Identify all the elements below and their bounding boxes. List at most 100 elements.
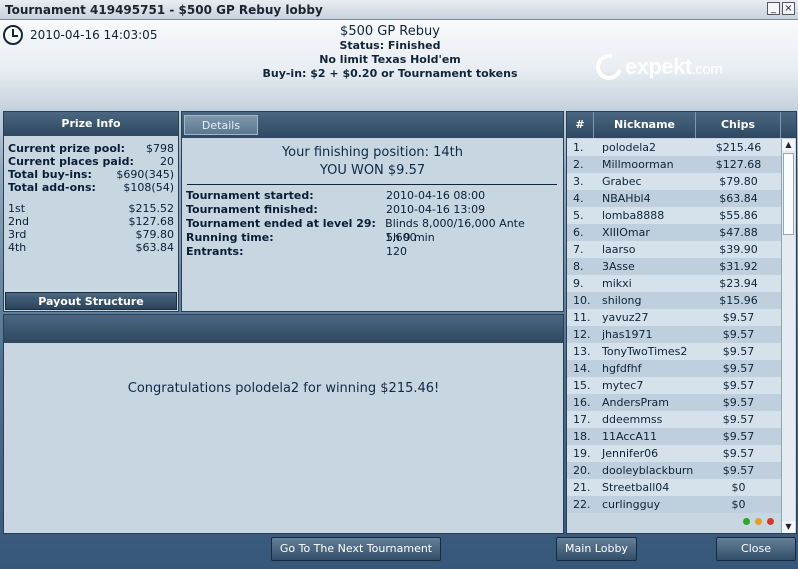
player-rank: 5. [573,209,584,222]
player-rank: 1. [573,141,584,154]
current-datetime: 2010-04-16 14:03:05 [30,28,158,42]
player-nickname: laarso [602,243,636,256]
stat-row: Current prize pool: $798 [8,142,174,155]
prize-info-panel: Prize Info Current prize pool: $798 Curre… [3,111,179,312]
logo-text: expekt [625,54,692,79]
player-chips: $9.57 [722,362,755,375]
player-rank: 9. [573,277,584,290]
player-rank: 22. [573,498,591,511]
tournament-buyin: Buy-in: $2 + $0.20 or Tournament tokens [262,67,518,80]
player-row[interactable]: 15. mytec7 $9.57 [567,377,781,394]
player-rank: 3. [573,175,584,188]
finishing-position: Your finishing position: 14th [281,145,464,160]
player-chips: $9.57 [722,413,755,426]
next-tournament-button[interactable]: Go To The Next Tournament [271,537,441,561]
status-dot-icon [767,518,774,525]
window-title: Tournament 419495751 - $500 GP Rebuy lob… [5,3,323,17]
player-row[interactable]: 5. lomba8888 $55.86 [567,207,781,224]
player-rank: 17. [573,413,591,426]
player-row[interactable]: 8. 3Asse $31.92 [567,258,781,275]
player-row[interactable]: 22. curlingguy $0 [567,496,781,513]
player-rank: 11. [573,311,591,324]
player-nickname: Millmoorman [602,158,674,171]
player-row[interactable]: 21. Streetball04 $0 [567,479,781,496]
player-row[interactable]: 16. AndersPram $9.57 [567,394,781,411]
player-nickname: NBAHbl4 [602,192,651,205]
player-chips: $63.84 [719,192,758,205]
player-rank: 20. [573,464,591,477]
column-header-chips[interactable]: Chips [696,112,781,138]
payout-structure-button[interactable]: Payout Structure [5,292,177,310]
player-row[interactable]: 11. yavuz27 $9.57 [567,309,781,326]
player-nickname: Jennifer06 [602,447,659,460]
player-row[interactable]: 2. Millmoorman $127.68 [567,156,781,173]
player-chips: $0 [731,481,746,494]
player-chips: $9.57 [722,430,755,443]
minimize-window-button[interactable]: _ [767,2,780,15]
close-button[interactable]: Close [716,537,796,561]
player-nickname: XIIIOmar [602,226,650,239]
player-rank: 14. [573,362,591,375]
column-header-nickname[interactable]: Nickname [594,112,696,138]
tournament-header: $500 GP Rebuy Status: Finished No limit … [200,25,580,81]
player-rank: 7. [573,243,584,256]
player-nickname: Streetball04 [602,481,670,494]
close-window-button[interactable]: × [782,2,795,15]
player-nickname: ddeemmss [602,413,663,426]
main-lobby-button[interactable]: Main Lobby [556,537,637,561]
player-nickname: shilong [602,294,642,307]
player-row[interactable]: 1. polodela2 $215.46 [567,139,781,156]
player-row[interactable]: 4. NBAHbl4 $63.84 [567,190,781,207]
player-nickname: TonyTwoTimes2 [602,345,688,358]
stat-row: Total buy-ins: $690(345) [8,168,174,181]
player-row[interactable]: 19. Jennifer06 $9.57 [567,445,781,462]
scroll-down-arrow-icon[interactable]: ▼ [782,521,795,533]
player-row[interactable]: 14. hgfdfhf $9.57 [567,360,781,377]
column-header-rank[interactable]: # [567,112,594,138]
players-scrollbar[interactable]: ▲ ▼ [781,139,795,533]
player-chips: $9.57 [722,328,755,341]
player-nickname: 3Asse [602,260,635,273]
player-row[interactable]: 10. shilong $15.96 [567,292,781,309]
info-row: Tournament ended at level 29: Blinds 8,00… [186,217,525,244]
player-chips: $9.57 [722,379,755,392]
player-row[interactable]: 18. 11AccA11 $9.57 [567,428,781,445]
tab-details[interactable]: Details [184,115,258,135]
player-row[interactable]: 13. TonyTwoTimes2 $9.57 [567,343,781,360]
place-row: 1st $215.52 [8,202,174,215]
player-nickname: yavuz27 [602,311,649,324]
status-indicators [743,518,774,525]
player-chips: $79.80 [719,175,758,188]
tournament-name: $500 GP Rebuy [340,24,440,39]
player-row[interactable]: 17. ddeemmss $9.57 [567,411,781,428]
player-rank: 13. [573,345,591,358]
player-nickname: AndersPram [602,396,669,409]
player-row[interactable]: 9. mikxi $23.94 [567,275,781,292]
player-rank: 2. [573,158,584,171]
player-chips: $9.57 [722,396,755,409]
player-rank: 8. [573,260,584,273]
stat-row: Total add-ons: $108(54) [8,181,174,194]
player-row[interactable]: 12. jhas1971 $9.57 [567,326,781,343]
tournament-status: Status: Finished [339,39,441,52]
player-row[interactable]: 20. dooleyblackburn $9.57 [567,462,781,479]
player-chips: $0 [731,498,746,511]
info-row: Tournament started: 2010-04-16 08:00 [186,189,486,202]
player-row[interactable]: 3. Grabec $79.80 [567,173,781,190]
player-rank: 21. [573,481,591,494]
prize-info-title: Prize Info [4,112,178,136]
player-nickname: dooleyblackburn [602,464,694,477]
tournament-game: No limit Texas Hold'em [319,53,461,66]
scroll-up-arrow-icon[interactable]: ▲ [782,139,795,151]
player-rank: 15. [573,379,591,392]
message-panel-header [4,315,563,343]
player-nickname: polodela2 [602,141,657,154]
player-row[interactable]: 6. XIIIOmar $47.88 [567,224,781,241]
player-row[interactable]: 7. laarso $39.90 [567,241,781,258]
player-chips: $9.57 [722,447,755,460]
scroll-thumb[interactable] [783,153,794,235]
player-chips: $9.57 [722,345,755,358]
info-row: Entrants: 120 [186,245,407,258]
player-rank: 6. [573,226,584,239]
expekt-logo: expekt.com [591,49,723,85]
